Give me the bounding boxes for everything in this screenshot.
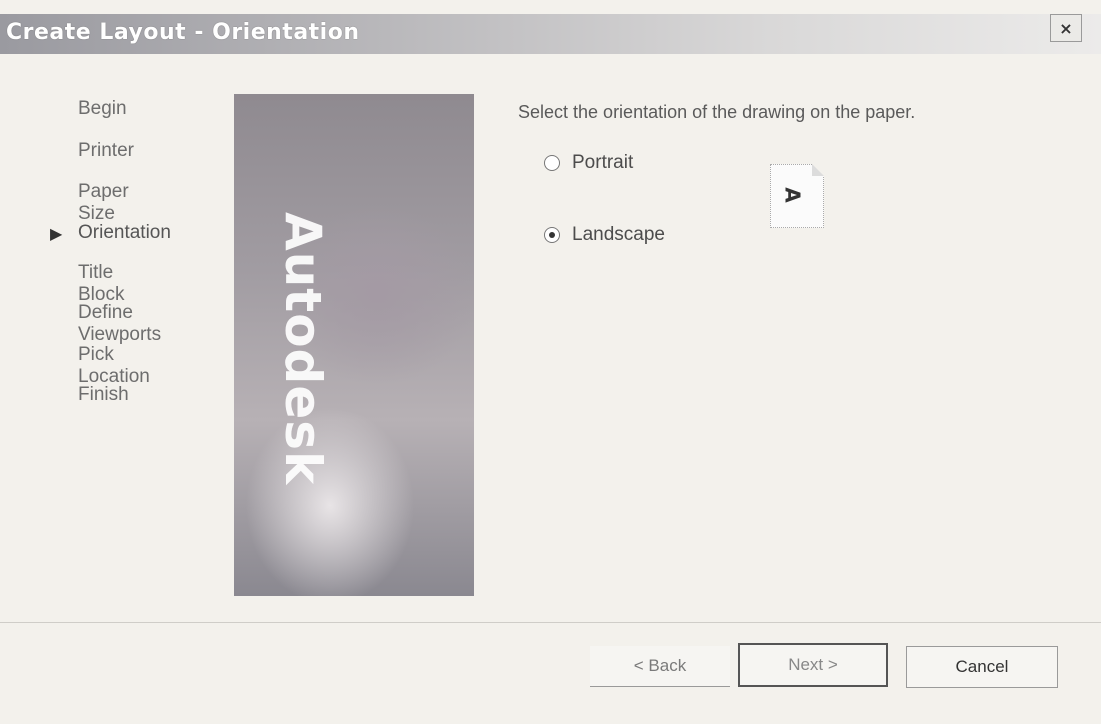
portrait-option[interactable]: Portrait xyxy=(544,152,633,174)
step-title-block: Title Block xyxy=(78,262,125,305)
step-begin: Begin xyxy=(78,98,127,119)
cancel-button[interactable]: Cancel xyxy=(906,646,1058,688)
step-pick-location: Pick Location xyxy=(78,344,150,387)
back-button[interactable]: < Back xyxy=(590,646,730,687)
close-button[interactable]: × xyxy=(1050,14,1082,42)
step-printer: Printer xyxy=(78,140,134,161)
landscape-radio[interactable] xyxy=(544,227,560,243)
preview-letter: A xyxy=(780,187,805,203)
brand-logo-text: Autodesk xyxy=(274,212,332,486)
step-finish: Finish xyxy=(78,384,129,405)
landscape-label: Landscape xyxy=(572,224,665,245)
portrait-radio[interactable] xyxy=(544,155,560,171)
window-title: Create Layout - Orientation xyxy=(6,20,360,45)
orientation-prompt: Select the orientation of the drawing on… xyxy=(518,102,916,122)
portrait-label: Portrait xyxy=(572,152,634,173)
landscape-option[interactable]: Landscape xyxy=(544,224,665,246)
close-icon: × xyxy=(1059,18,1073,38)
step-define-viewports: Define Viewports xyxy=(78,302,162,345)
autodesk-banner-image: Autodesk xyxy=(234,94,474,596)
page-corner-icon xyxy=(812,164,824,176)
paper-orientation-preview: A xyxy=(770,164,824,228)
step-paper-size: Paper Size xyxy=(78,181,129,224)
button-separator xyxy=(0,622,1101,623)
step-orientation: Orientation xyxy=(78,222,171,243)
current-step-arrow-icon: ▶ xyxy=(50,226,63,243)
next-button[interactable]: Next > xyxy=(738,643,888,687)
